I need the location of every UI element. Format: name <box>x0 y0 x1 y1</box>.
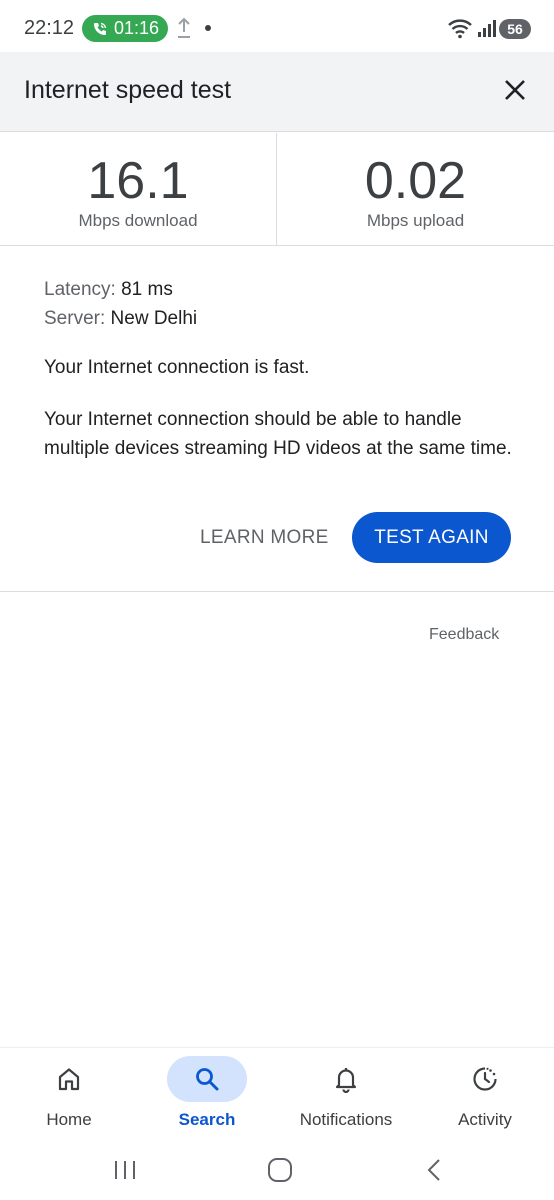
latency-label: Latency: <box>44 279 116 300</box>
download-unit: Mbps download <box>78 211 198 230</box>
battery-indicator: 56 <box>499 19 531 39</box>
latency-line: Latency: 81 ms <box>44 279 173 301</box>
notification-dot-icon <box>205 25 211 31</box>
bell-icon <box>335 1068 357 1093</box>
nav-icon-container <box>445 1056 525 1102</box>
nav-label-activity: Activity <box>458 1110 512 1129</box>
nav-item-home[interactable]: Home <box>0 1048 138 1141</box>
upload-icon <box>178 17 190 38</box>
search-icon <box>196 1068 219 1091</box>
page-title: Internet speed test <box>24 76 232 104</box>
system-navigation-bar <box>0 1140 554 1200</box>
nav-icon-container <box>29 1056 109 1102</box>
download-result: 16.1 Mbps download <box>0 133 277 245</box>
phone-wifi-icon <box>94 22 107 35</box>
latency-value: 81 ms <box>121 279 173 300</box>
connection-summary: Your Internet connection is fast. <box>44 357 310 378</box>
cell-signal-icon <box>478 20 496 37</box>
nav-item-search[interactable]: Search <box>138 1048 276 1141</box>
feedback-link[interactable]: Feedback <box>429 626 499 644</box>
recent-apps-button[interactable] <box>105 1150 145 1190</box>
status-time: 22:12 <box>24 17 75 39</box>
result-details: Latency: 81 ms Server: New Delhi Your In… <box>0 246 554 592</box>
back-button[interactable] <box>415 1150 455 1190</box>
wifi-icon <box>448 19 472 39</box>
nav-label-notifications: Notifications <box>299 1110 393 1129</box>
upload-result: 0.02 Mbps upload <box>277 133 554 245</box>
download-value: 16.1 <box>87 152 189 210</box>
home-icon <box>58 1068 80 1091</box>
app-header: Internet speed test <box>0 52 554 132</box>
close-icon <box>505 80 525 100</box>
bottom-navigation: Home Search Notifications Activity <box>0 1047 554 1140</box>
status-bar: 22:12 01:16 56 <box>0 0 554 52</box>
speed-results: 16.1 Mbps download 0.02 Mbps upload <box>0 133 554 246</box>
nav-item-activity[interactable]: Activity <box>416 1048 554 1141</box>
server-value: New Delhi <box>110 308 198 329</box>
nav-icon-container <box>167 1056 247 1102</box>
recent-apps-icon <box>115 1161 135 1179</box>
upload-unit: Mbps upload <box>366 211 465 230</box>
home-pill-icon <box>268 1158 292 1182</box>
ongoing-call-pill[interactable]: 01:16 <box>82 15 168 42</box>
call-duration: 01:16 <box>114 18 160 38</box>
learn-more-button[interactable]: LEARN MORE <box>188 514 341 562</box>
connection-description: Your Internet connection should be able … <box>44 409 512 459</box>
nav-item-notifications[interactable]: Notifications <box>277 1048 415 1141</box>
test-again-button[interactable]: TEST AGAIN <box>352 512 511 563</box>
close-button[interactable] <box>497 72 533 108</box>
nav-label-search: Search <box>178 1110 236 1129</box>
server-line: Server: New Delhi <box>44 308 197 330</box>
server-label: Server: <box>44 308 106 329</box>
upload-value: 0.02 <box>364 152 467 210</box>
nav-label-home: Home <box>46 1110 92 1129</box>
home-system-button[interactable] <box>260 1150 300 1190</box>
activity-icon <box>473 1067 497 1091</box>
nav-icon-container <box>306 1056 386 1102</box>
back-chevron-icon <box>427 1159 440 1181</box>
